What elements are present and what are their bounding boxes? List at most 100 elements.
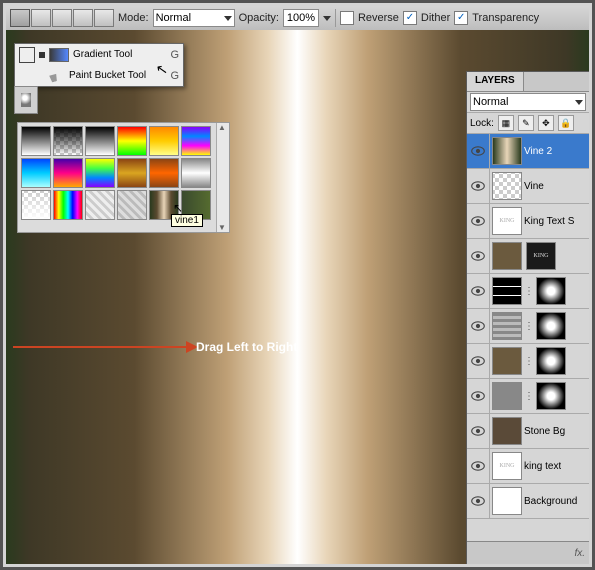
lock-transparency-icon[interactable]: ▦	[498, 115, 514, 131]
visibility-toggle[interactable]	[467, 414, 490, 448]
gradient-swatch[interactable]	[85, 158, 115, 188]
blend-mode-value: Normal	[156, 12, 191, 24]
layer-mask-thumbnail[interactable]	[536, 382, 566, 410]
mode-label: Mode:	[118, 12, 149, 24]
transparency-checkbox[interactable]	[454, 11, 468, 25]
layer-thumbnail[interactable]: KING	[492, 207, 522, 235]
gradient-swatch[interactable]	[117, 158, 147, 188]
radial-gradient-button[interactable]	[31, 9, 51, 27]
link-icon[interactable]: ⋮	[524, 286, 534, 297]
layer-row[interactable]: Background	[467, 484, 589, 519]
layer-thumbnail[interactable]	[492, 277, 522, 305]
visibility-toggle[interactable]	[467, 134, 490, 168]
layers-tab-bar: LAYERS	[467, 72, 589, 92]
visibility-toggle[interactable]	[467, 344, 490, 378]
layer-thumbnail[interactable]	[492, 347, 522, 375]
visibility-toggle[interactable]	[467, 204, 490, 238]
lock-position-icon[interactable]: ✥	[538, 115, 554, 131]
layer-thumbnail[interactable]	[492, 312, 522, 340]
layer-row[interactable]: KING	[467, 239, 589, 274]
transparency-label: Transparency	[472, 12, 539, 24]
gradient-swatch[interactable]	[85, 126, 115, 156]
layer-mask-thumbnail[interactable]: KING	[526, 242, 556, 270]
layer-name[interactable]: king text	[524, 461, 561, 472]
gradient-swatch[interactable]	[53, 126, 83, 156]
picker-scrollbar[interactable]	[216, 123, 229, 232]
layer-name[interactable]: Background	[524, 496, 577, 507]
angle-gradient-button[interactable]	[52, 9, 72, 27]
layer-thumbnail[interactable]	[492, 417, 522, 445]
gradient-swatch[interactable]	[53, 158, 83, 188]
layer-name[interactable]: King Text S	[524, 216, 574, 227]
dither-label: Dither	[421, 12, 450, 24]
opacity-input[interactable]	[283, 9, 319, 27]
tool-preview-box	[19, 47, 35, 63]
layer-row[interactable]: Stone Bg	[467, 414, 589, 449]
layer-row[interactable]: Vine 2	[467, 134, 589, 169]
linear-gradient-button[interactable]	[10, 9, 30, 27]
gradient-swatch[interactable]	[181, 158, 211, 188]
annotation-arrow	[13, 346, 188, 348]
layer-blend-select[interactable]: Normal	[470, 93, 586, 111]
gradient-swatch[interactable]	[85, 190, 115, 220]
layer-mask-thumbnail[interactable]	[536, 312, 566, 340]
gradient-swatch[interactable]	[53, 190, 83, 220]
lock-image-icon[interactable]: ✎	[518, 115, 534, 131]
gradient-swatch[interactable]	[117, 126, 147, 156]
layer-list: Vine 2VineKINGKing Text SKING⋮⋮⋮⋮Stone B…	[467, 134, 589, 541]
options-bar: Mode: Normal Opacity: Reverse Dither Tra…	[6, 6, 589, 31]
layer-row[interactable]: KINGKing Text S	[467, 204, 589, 239]
gradient-swatch[interactable]	[149, 158, 179, 188]
gradient-swatch[interactable]	[21, 158, 51, 188]
gradient-swatch[interactable]	[21, 190, 51, 220]
link-icon[interactable]: ⋮	[524, 321, 534, 332]
blur-tool-slot[interactable]	[14, 86, 38, 114]
visibility-toggle[interactable]	[467, 239, 490, 273]
blend-mode-select[interactable]: Normal	[153, 9, 235, 27]
layers-tab[interactable]: LAYERS	[467, 72, 524, 91]
layer-thumbnail[interactable]	[492, 172, 522, 200]
layers-panel: LAYERS Normal Lock: ▦ ✎ ✥ 🔒 Vine 2 Vine KI…	[466, 71, 589, 564]
layer-mask-thumbnail[interactable]	[536, 277, 566, 305]
fx-button[interactable]: fx.	[574, 548, 585, 559]
gradient-swatch[interactable]	[181, 126, 211, 156]
layer-thumbnail[interactable]	[492, 242, 522, 270]
visibility-toggle[interactable]	[467, 379, 490, 413]
layer-name[interactable]: Vine	[524, 181, 544, 192]
layer-name[interactable]: Vine 2	[524, 146, 552, 157]
layer-thumbnail[interactable]: KING	[492, 452, 522, 480]
visibility-toggle[interactable]	[467, 309, 490, 343]
gradient-swatch[interactable]	[21, 126, 51, 156]
tool-shortcut: G	[170, 49, 179, 61]
annotation-text: Drag Left to Right	[196, 340, 297, 354]
layer-mask-thumbnail[interactable]	[536, 347, 566, 375]
opacity-flyout-icon[interactable]	[323, 16, 331, 21]
layer-row[interactable]: ⋮	[467, 344, 589, 379]
lock-all-icon[interactable]: 🔒	[558, 115, 574, 131]
reflected-gradient-button[interactable]	[73, 9, 93, 27]
layer-row[interactable]: KINGking text	[467, 449, 589, 484]
link-icon[interactable]: ⋮	[524, 356, 534, 367]
layer-thumbnail[interactable]	[492, 382, 522, 410]
visibility-toggle[interactable]	[467, 169, 490, 203]
swatch-tooltip: vine1	[171, 214, 203, 227]
layers-bottom-bar: fx.	[467, 541, 589, 564]
gradient-swatch[interactable]	[149, 126, 179, 156]
diamond-gradient-button[interactable]	[94, 9, 114, 27]
layer-row[interactable]: ⋮	[467, 379, 589, 414]
visibility-toggle[interactable]	[467, 274, 490, 308]
layer-name[interactable]: Stone Bg	[524, 426, 565, 437]
layer-thumbnail[interactable]	[492, 137, 522, 165]
reverse-checkbox[interactable]	[340, 11, 354, 25]
layer-row[interactable]: Vine	[467, 169, 589, 204]
dither-checkbox[interactable]	[403, 11, 417, 25]
chevron-down-icon	[224, 16, 232, 21]
gradient-swatch[interactable]	[117, 190, 147, 220]
layer-row[interactable]: ⋮	[467, 274, 589, 309]
lock-label: Lock:	[470, 118, 494, 129]
layer-thumbnail[interactable]	[492, 487, 522, 515]
visibility-toggle[interactable]	[467, 484, 490, 518]
link-icon[interactable]: ⋮	[524, 391, 534, 402]
layer-row[interactable]: ⋮	[467, 309, 589, 344]
visibility-toggle[interactable]	[467, 449, 490, 483]
